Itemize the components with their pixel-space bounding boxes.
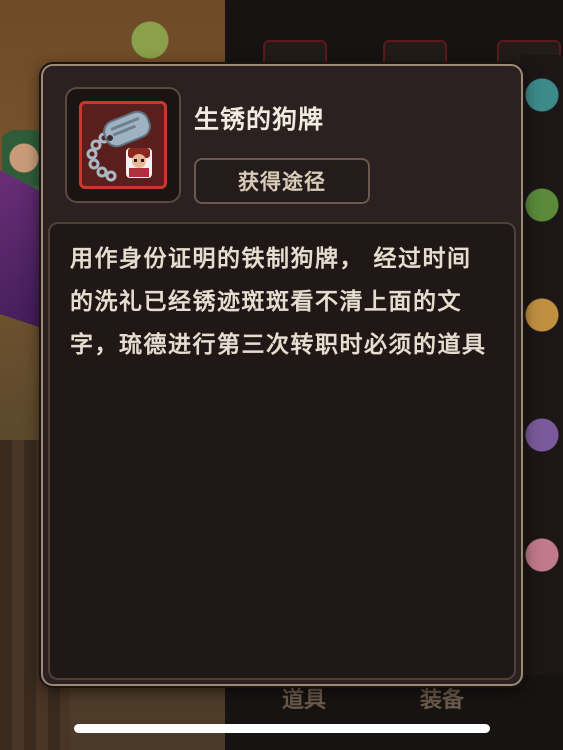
- inventory-side-column: [520, 55, 563, 675]
- home-indicator-bar[interactable]: [74, 724, 490, 733]
- item-icon-slot: [79, 101, 167, 189]
- item-description: 用作身份证明的铁制狗牌， 经过时间的洗礼已经锈迹斑斑看不清上面的文字，琉德进行第…: [70, 246, 487, 358]
- item-description-box: 用作身份证明的铁制狗牌， 经过时间的洗礼已经锈迹斑斑看不清上面的文字，琉德进行第…: [48, 222, 516, 680]
- bottom-tab-equipment: 装备: [420, 688, 465, 713]
- rusty-dog-tag-icon: [86, 110, 152, 182]
- item-icon-frame: [65, 87, 181, 203]
- item-name: 生锈的狗牌: [194, 105, 325, 134]
- acquisition-source-button[interactable]: 获得途径: [194, 158, 370, 204]
- bottom-tab-items: 道具: [282, 688, 327, 713]
